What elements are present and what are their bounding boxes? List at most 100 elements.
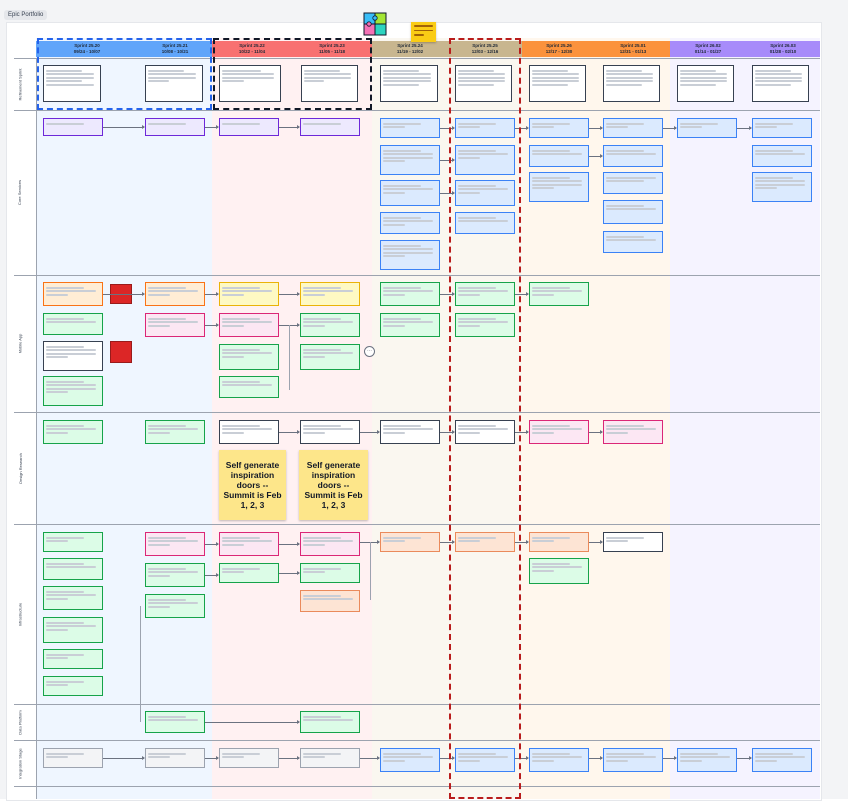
card[interactable] [380, 282, 440, 306]
card[interactable] [43, 586, 103, 610]
column-header[interactable]: Sprint 25.26 12/17 - 12/30 [522, 41, 596, 57]
connector-arrow [589, 126, 603, 130]
selection-frame-black[interactable] [213, 38, 372, 110]
card[interactable] [219, 748, 279, 768]
card[interactable] [43, 313, 103, 335]
card[interactable] [300, 344, 360, 370]
card[interactable] [380, 420, 440, 444]
sticky-note[interactable]: Self generate inspiration doors -- Summi… [219, 450, 286, 520]
card[interactable] [300, 118, 360, 136]
card[interactable] [529, 282, 589, 306]
connector-arrow [360, 756, 380, 760]
card[interactable] [300, 590, 360, 612]
card[interactable] [300, 563, 360, 583]
card[interactable] [529, 172, 589, 202]
selection-frame-blue[interactable] [37, 38, 212, 110]
board-tab[interactable]: Epic Portfolio [4, 10, 48, 20]
column-header[interactable]: Sprint 26.02 01/14 - 01/27 [670, 41, 746, 57]
card[interactable] [43, 676, 103, 696]
card[interactable] [43, 341, 103, 371]
puzzle-icon[interactable] [362, 11, 388, 37]
card[interactable] [145, 313, 205, 337]
ellipsis-icon[interactable]: ⋯ [364, 346, 375, 357]
card[interactable] [529, 420, 589, 444]
column-header[interactable]: Sprint 26.03 01/28 - 02/10 [746, 41, 820, 57]
card[interactable] [300, 711, 360, 733]
card[interactable] [145, 420, 205, 444]
card[interactable] [529, 145, 589, 167]
column-header[interactable]: Sprint 25.01 12/31 - 01/13 [596, 41, 670, 57]
card[interactable] [43, 617, 103, 643]
card[interactable] [380, 313, 440, 337]
card[interactable] [677, 118, 737, 138]
card[interactable] [219, 376, 279, 398]
card[interactable] [603, 200, 663, 224]
card[interactable] [603, 231, 663, 253]
card[interactable] [43, 420, 103, 444]
card[interactable] [300, 282, 360, 306]
whiteboard-canvas[interactable]: Epic Portfolio Sprint 25.20 09/24 - 10/07… [0, 0, 848, 801]
card[interactable] [752, 748, 812, 772]
card[interactable] [43, 118, 103, 136]
card[interactable] [529, 558, 589, 584]
card[interactable] [43, 282, 103, 306]
card[interactable] [380, 65, 438, 102]
card[interactable] [145, 594, 205, 618]
card[interactable] [603, 172, 663, 194]
connector-arrow [737, 126, 752, 130]
card[interactable] [603, 145, 663, 167]
card[interactable] [752, 172, 812, 202]
card[interactable] [752, 65, 809, 102]
card[interactable] [145, 118, 205, 136]
connector-arrow [205, 720, 300, 724]
card[interactable] [380, 118, 440, 138]
card[interactable] [603, 420, 663, 444]
card[interactable] [300, 313, 360, 337]
card[interactable] [219, 118, 279, 136]
column-header[interactable]: Sprint 25.24 11/19 - 12/02 [372, 41, 448, 57]
card[interactable] [43, 558, 103, 580]
card[interactable] [529, 532, 589, 552]
card[interactable] [300, 532, 360, 556]
card[interactable] [529, 65, 586, 102]
card[interactable] [219, 344, 279, 370]
card[interactable] [300, 748, 360, 768]
card[interactable] [145, 532, 205, 556]
blocker-card[interactable] [110, 341, 132, 363]
connector-line [140, 606, 141, 722]
card[interactable] [603, 748, 663, 772]
card[interactable] [219, 563, 279, 583]
card[interactable] [380, 212, 440, 234]
card[interactable] [43, 376, 103, 406]
sticky-note[interactable]: Self generate inspiration doors -- Summi… [299, 450, 368, 520]
card[interactable] [145, 563, 205, 587]
card[interactable] [677, 65, 734, 102]
card[interactable] [43, 532, 103, 552]
card[interactable] [603, 532, 663, 552]
card[interactable] [300, 420, 360, 444]
card[interactable] [529, 118, 589, 138]
card[interactable] [145, 748, 205, 768]
card[interactable] [603, 65, 660, 102]
card[interactable] [380, 240, 440, 270]
card[interactable] [219, 420, 279, 444]
card[interactable] [43, 748, 103, 768]
card[interactable] [677, 748, 737, 772]
card[interactable] [752, 145, 812, 167]
selection-frame-red[interactable] [449, 38, 521, 799]
card[interactable] [219, 313, 279, 337]
card[interactable] [43, 649, 103, 669]
card[interactable] [752, 118, 812, 138]
connector-arrow [589, 154, 603, 158]
card[interactable] [219, 532, 279, 556]
card[interactable] [529, 748, 589, 772]
small-sticky-note[interactable] [411, 22, 436, 42]
card[interactable] [380, 145, 440, 175]
card[interactable] [145, 282, 205, 306]
card[interactable] [145, 711, 205, 733]
card[interactable] [380, 180, 440, 206]
card[interactable] [380, 532, 440, 552]
card[interactable] [219, 282, 279, 306]
card[interactable] [603, 118, 663, 138]
card[interactable] [380, 748, 440, 772]
